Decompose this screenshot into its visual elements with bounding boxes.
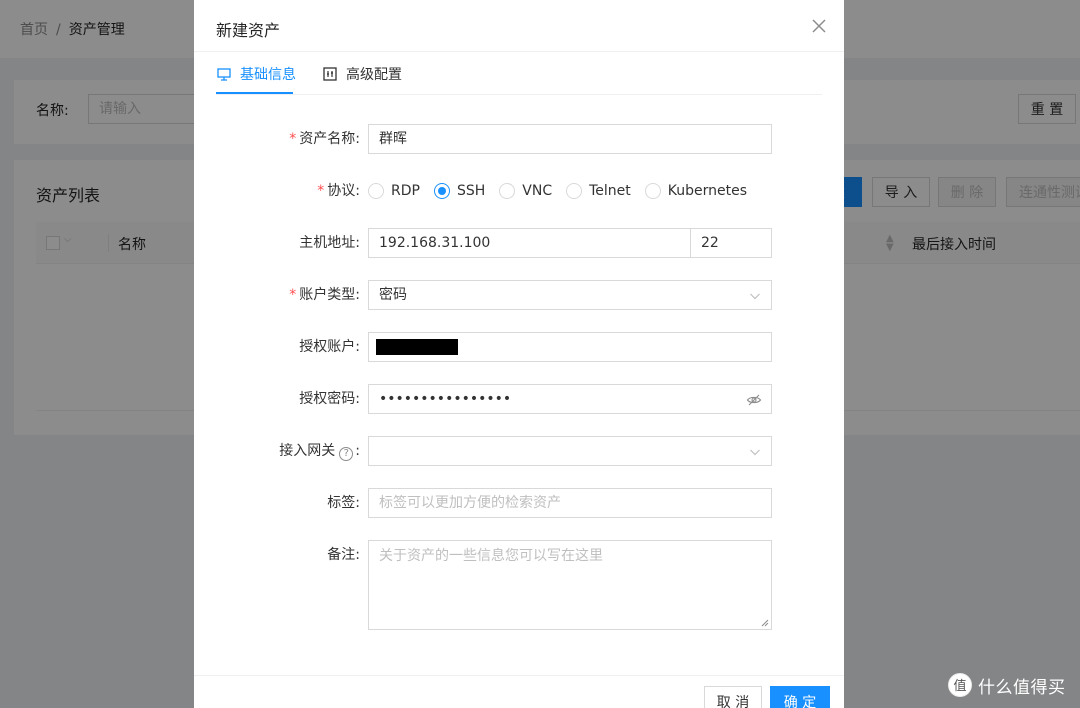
radio-rdp-label: RDP (391, 183, 420, 199)
account-type-label-text: 账户类型: (299, 287, 360, 303)
account-type-select[interactable]: 密码 (368, 280, 772, 310)
radio-telnet[interactable]: Telnet (566, 183, 631, 199)
gateway-label-colon: : (355, 443, 360, 459)
close-glyph (812, 19, 826, 33)
tags-input[interactable]: 标签可以更加方便的检索资产 (368, 488, 772, 518)
gateway-label-text: 接入网关 (279, 443, 336, 459)
chevron-down-icon (750, 293, 760, 300)
protocol-label: * 协议: (317, 176, 360, 206)
resize-handle-icon[interactable] (761, 619, 769, 627)
remark-placeholder: 关于资产的一些信息您可以写在这里 (379, 548, 603, 564)
account-type-label: * 账户类型: (289, 280, 360, 310)
active-tab-indicator (216, 92, 293, 94)
cancel-button[interactable]: 取 消 (704, 686, 762, 708)
asset-name-label: * 资产名称: (289, 124, 360, 154)
watermark-text: 什么值得买 (978, 677, 1066, 698)
required-mark: * (317, 183, 325, 199)
question-circle-icon[interactable]: ? (339, 447, 354, 461)
radio-circle (368, 183, 384, 199)
radio-telnet-label: Telnet (589, 183, 631, 199)
watermark: 值 什么值得买 (948, 672, 1066, 698)
form-row-asset-name: * 资产名称: 群晖 (194, 124, 844, 154)
tab-basic-info[interactable]: 基础信息 (216, 52, 296, 95)
radio-circle-selected (433, 183, 450, 199)
host-port-input[interactable]: 22 (690, 228, 772, 258)
gateway-select[interactable] (368, 436, 772, 466)
divider (194, 675, 844, 676)
account-type-value: 密码 (379, 287, 407, 303)
asset-name-input[interactable]: 群晖 (368, 124, 772, 154)
tags-label: 标签: (327, 495, 360, 511)
auth-account-input[interactable] (368, 332, 772, 362)
auth-password-input[interactable]: •••••••••••••••• (368, 384, 772, 414)
tab-advanced-config-label: 高级配置 (346, 66, 402, 83)
radio-ssh-label: SSH (456, 183, 486, 199)
form-row-gateway: 接入网关?: (194, 436, 844, 466)
radio-kubernetes[interactable]: Kubernetes (644, 183, 747, 199)
auth-password-value: •••••••••••••••• (379, 391, 512, 407)
radio-kubernetes-label: Kubernetes (667, 183, 747, 199)
radio-circle (566, 183, 583, 199)
chevron-down-icon (750, 449, 760, 456)
redaction-bar (376, 339, 458, 355)
confirm-button[interactable]: 确 定 (770, 686, 830, 708)
tab-advanced-config[interactable]: 高级配置 (322, 52, 402, 95)
gateway-label: 接入网关?: (279, 436, 360, 466)
modal-title: 新建资产 (216, 21, 281, 40)
asset-name-label-text: 资产名称: (299, 131, 360, 147)
radio-ssh[interactable]: SSH (433, 183, 486, 199)
radio-circle (644, 183, 661, 199)
radio-circle (499, 183, 516, 199)
form-row-tags: 标签: 标签可以更加方便的检索资产 (194, 488, 844, 518)
svg-text:值: 值 (953, 678, 966, 694)
tab-basic-info-label: 基础信息 (240, 66, 296, 83)
form-row-host: 主机地址: 192.168.31.100 22 (194, 228, 844, 258)
form-row-account-type: * 账户类型: 密码 (194, 280, 844, 310)
radio-rdp[interactable]: RDP (368, 183, 420, 199)
form-row-remark: 备注: 关于资产的一些信息您可以写在这里 (194, 540, 844, 632)
auth-password-label: 授权密码: (299, 391, 360, 407)
form-row-auth-password: 授权密码: •••••••••••••••• (194, 384, 844, 414)
radio-vnc[interactable]: VNC (499, 183, 552, 199)
remark-label: 备注: (327, 547, 360, 563)
watermark-logo: 值 (948, 673, 972, 697)
protocol-label-text: 协议: (327, 183, 360, 199)
code-icon (322, 66, 338, 82)
form-row-auth-account: 授权账户: (194, 332, 844, 362)
remark-textarea[interactable]: 关于资产的一些信息您可以写在这里 (368, 540, 772, 630)
required-mark: * (289, 287, 297, 303)
radio-vnc-label: VNC (522, 183, 553, 199)
form-row-protocol: * 协议: RDP SSH VNC Telnet Kubernetes (194, 176, 844, 206)
auth-account-label: 授权账户: (299, 339, 360, 355)
host-label: 主机地址: (299, 235, 360, 251)
close-icon[interactable] (808, 14, 830, 38)
eye-invisible-icon[interactable] (746, 392, 762, 408)
required-mark: * (289, 131, 297, 147)
protocol-radio-group: RDP SSH VNC Telnet Kubernetes (368, 176, 761, 206)
new-asset-modal: 新建资产 基础信息 高级配置 * 资产名称: 群晖 * 协议: RDP SSH VN… (194, 0, 844, 708)
desktop-icon (216, 66, 232, 82)
modal-tabs: 基础信息 高级配置 (216, 52, 822, 95)
host-ip-input[interactable]: 192.168.31.100 (368, 228, 691, 258)
